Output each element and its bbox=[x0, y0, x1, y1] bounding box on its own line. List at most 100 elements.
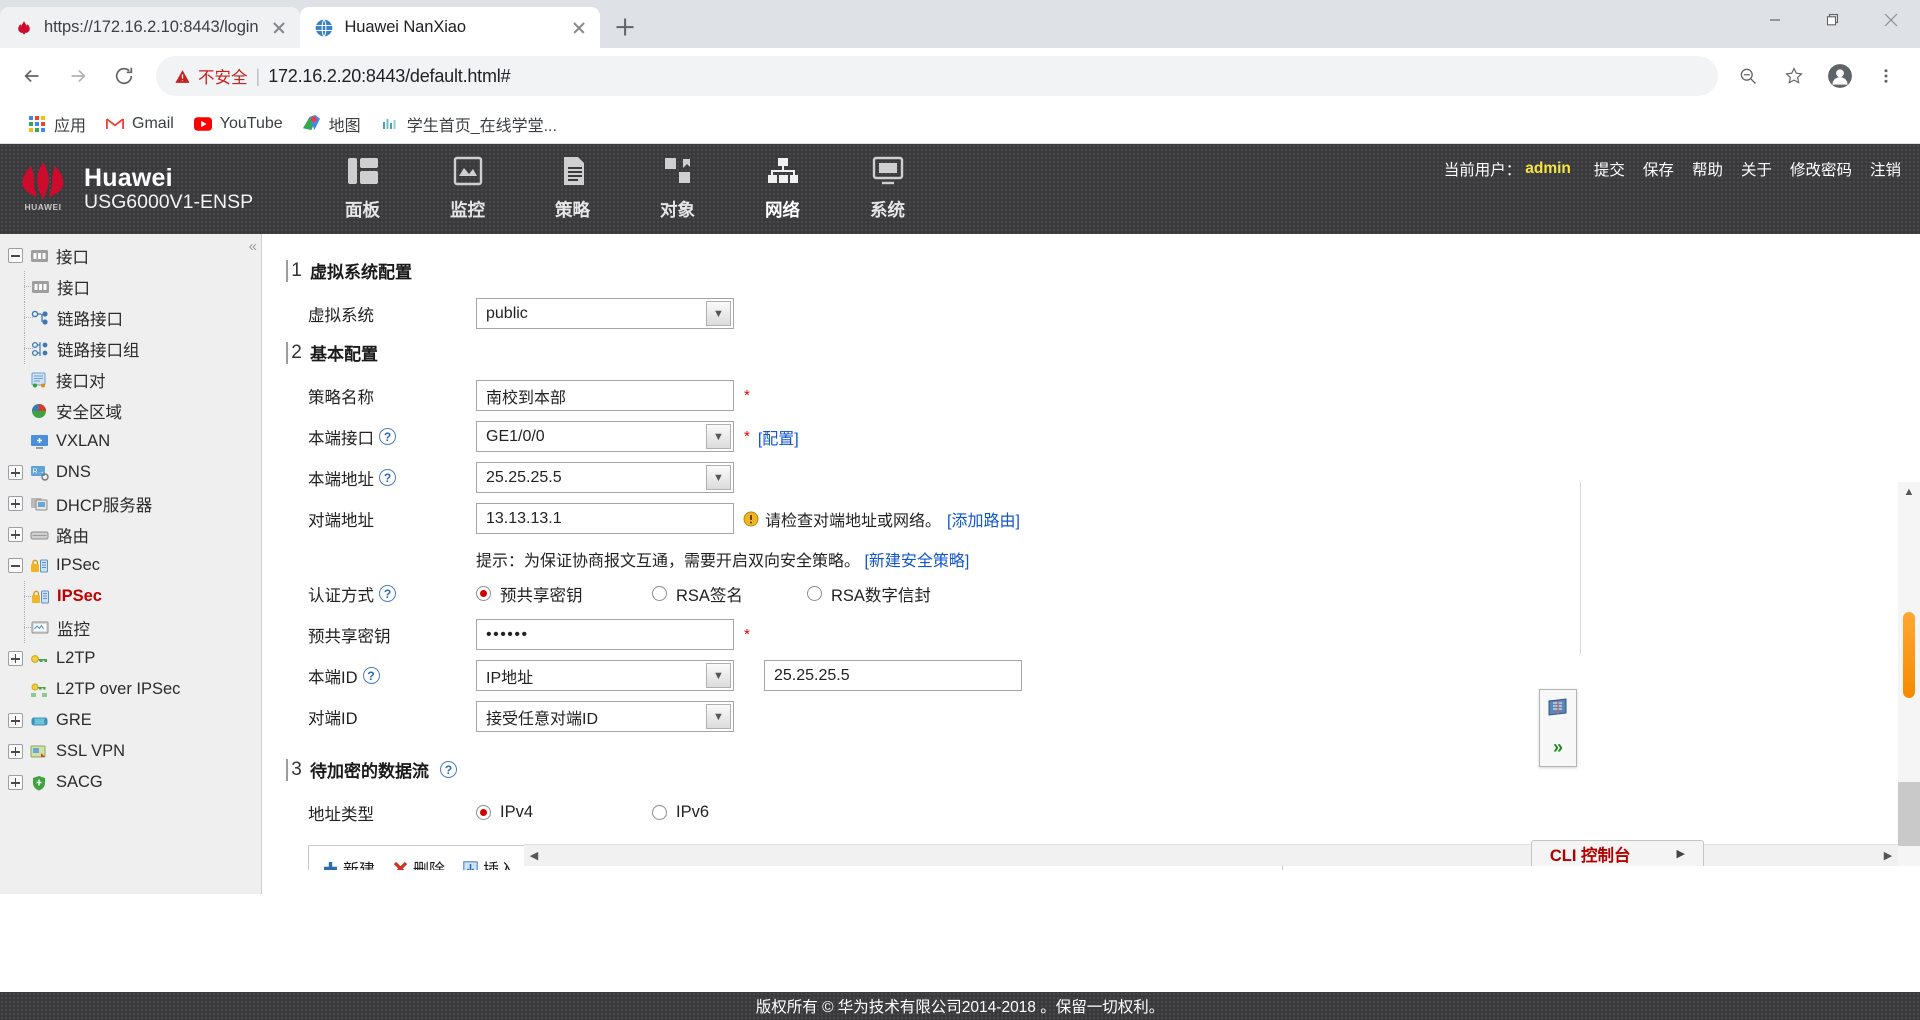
sidebar-item-vxlan[interactable]: VXLAN bbox=[0, 426, 261, 457]
address-type-ipv6[interactable]: IPv6 bbox=[652, 803, 709, 822]
new-security-policy-link[interactable]: [新建安全策略] bbox=[864, 553, 969, 570]
logout-link[interactable]: 注销 bbox=[1861, 158, 1910, 180]
about-link[interactable]: 关于 bbox=[1732, 158, 1781, 180]
scroll-track[interactable] bbox=[1898, 502, 1920, 846]
expand-chevron-icon[interactable]: » bbox=[1553, 737, 1563, 758]
sidebar-item-security-zone[interactable]: 安全区域 bbox=[0, 395, 261, 426]
close-window-icon[interactable] bbox=[1862, 0, 1920, 40]
sidebar-item-gre[interactable]: GRE bbox=[0, 705, 261, 736]
sidebar-item-dhcp-server[interactable]: DHCP服务器 bbox=[0, 488, 261, 519]
browser-tab-1[interactable]: https://172.16.2.10:8443/login bbox=[0, 7, 300, 48]
address-bar[interactable]: 不安全 | 172.16.2.20:8443/default.html# bbox=[156, 56, 1718, 96]
scroll-thumb[interactable] bbox=[1903, 612, 1915, 698]
cli-console-button[interactable]: CLI 控制台 ▶ bbox=[1531, 840, 1704, 866]
insert-button[interactable]: 插入 bbox=[463, 856, 515, 870]
scroll-right-icon[interactable]: ▶ bbox=[1878, 849, 1898, 862]
auth-option-rsa-signature[interactable]: RSA签名 bbox=[652, 582, 807, 606]
sidebar-item-link-interface[interactable]: 链路接口 bbox=[0, 302, 261, 333]
scroll-up-icon[interactable]: ▲ bbox=[1898, 482, 1920, 502]
vsys-select[interactable]: public ▼ bbox=[476, 298, 734, 329]
close-icon[interactable] bbox=[268, 17, 290, 39]
policy-name-input[interactable]: 南校到本部 bbox=[476, 380, 734, 411]
change-password-link[interactable]: 修改密码 bbox=[1781, 158, 1861, 180]
bookmark-gmail[interactable]: Gmail bbox=[96, 111, 184, 137]
save-link[interactable]: 保存 bbox=[1634, 158, 1683, 180]
new-tab-button[interactable] bbox=[608, 10, 642, 44]
nav-item-network[interactable]: 网络 bbox=[730, 144, 835, 234]
zoom-out-icon[interactable] bbox=[1728, 56, 1768, 96]
psk-input[interactable]: •••••• bbox=[476, 619, 734, 650]
expand-toggle-icon[interactable] bbox=[8, 744, 23, 759]
expand-toggle-icon[interactable] bbox=[8, 713, 23, 728]
close-icon[interactable] bbox=[568, 17, 590, 39]
expand-toggle-icon[interactable] bbox=[8, 651, 23, 666]
sidebar-item-route[interactable]: 路由 bbox=[0, 519, 261, 550]
bookmark-apps[interactable]: 应用 bbox=[18, 108, 96, 140]
local-id-type-select[interactable]: IP地址 ▼ bbox=[476, 660, 734, 691]
configure-link[interactable]: [配置] bbox=[758, 425, 799, 449]
sidebar-item-l2tp[interactable]: L2TP bbox=[0, 643, 261, 674]
sidebar-item-interface-pair[interactable]: 接口对 bbox=[0, 364, 261, 395]
auth-option-psk[interactable]: 预共享密钥 bbox=[476, 582, 652, 606]
chevron-down-icon[interactable]: ▼ bbox=[706, 663, 731, 688]
bookmark-student-home[interactable]: 学生首页_在线学堂... bbox=[371, 108, 567, 140]
minimize-icon[interactable] bbox=[1746, 0, 1804, 40]
quick-config-panel[interactable]: » bbox=[1539, 689, 1577, 767]
expand-toggle-icon[interactable] bbox=[8, 775, 23, 790]
help-icon[interactable]: ? bbox=[379, 428, 396, 445]
local-interface-select[interactable]: GE1/0/0 ▼ bbox=[476, 421, 734, 452]
config-card-icon[interactable] bbox=[1547, 698, 1569, 721]
help-icon[interactable]: ? bbox=[363, 667, 380, 684]
maximize-icon[interactable] bbox=[1804, 0, 1862, 40]
sidebar-item-ipsec-root[interactable]: IPSec bbox=[0, 550, 261, 581]
reload-icon[interactable] bbox=[102, 54, 146, 98]
browser-tab-2[interactable]: Huawei NanXiao bbox=[300, 7, 600, 48]
sidebar-item-l2tp-over-ipsec[interactable]: L2TP over IPSec bbox=[0, 674, 261, 705]
bookmark-star-icon[interactable] bbox=[1774, 56, 1814, 96]
help-icon[interactable]: ? bbox=[440, 761, 457, 778]
submit-link[interactable]: 提交 bbox=[1585, 158, 1634, 180]
chevron-down-icon[interactable]: ▼ bbox=[706, 301, 731, 326]
radio-indicator[interactable] bbox=[807, 586, 822, 601]
sidebar-item-sacg[interactable]: SACG bbox=[0, 767, 261, 798]
sidebar-item-ssl-vpn[interactable]: SSL VPN bbox=[0, 736, 261, 767]
radio-indicator[interactable] bbox=[476, 805, 491, 820]
auth-option-rsa-envelope[interactable]: RSA数字信封 bbox=[807, 582, 931, 606]
expand-toggle-icon[interactable] bbox=[8, 496, 23, 511]
forward-icon[interactable] bbox=[56, 54, 100, 98]
delete-button[interactable]: 删除 bbox=[393, 856, 445, 870]
nav-item-system[interactable]: 系统 bbox=[835, 144, 940, 234]
radio-indicator[interactable] bbox=[652, 805, 667, 820]
chevron-down-icon[interactable]: ▼ bbox=[706, 424, 731, 449]
collapse-toggle-icon[interactable] bbox=[8, 248, 23, 263]
local-id-value-input[interactable]: 25.25.25.5 bbox=[764, 660, 1022, 691]
back-icon[interactable] bbox=[10, 54, 54, 98]
sidebar-item-dns[interactable]: R→C DNS bbox=[0, 457, 261, 488]
add-route-link[interactable]: [添加路由] bbox=[947, 507, 1020, 531]
bookmark-youtube[interactable]: YouTube bbox=[184, 111, 293, 137]
help-icon[interactable]: ? bbox=[379, 469, 396, 486]
vertical-scrollbar[interactable]: ▲ bbox=[1898, 482, 1920, 866]
help-icon[interactable]: ? bbox=[379, 585, 396, 602]
expand-toggle-icon[interactable] bbox=[8, 465, 23, 480]
chevron-down-icon[interactable]: ▼ bbox=[706, 704, 731, 729]
radio-indicator[interactable] bbox=[652, 586, 667, 601]
bookmark-maps[interactable]: 地图 bbox=[293, 108, 371, 140]
nav-item-object[interactable]: 对象 bbox=[625, 144, 730, 234]
expand-toggle-icon[interactable] bbox=[8, 527, 23, 542]
local-address-select[interactable]: 25.25.25.5 ▼ bbox=[476, 462, 734, 493]
radio-indicator[interactable] bbox=[476, 586, 491, 601]
scroll-left-icon[interactable]: ◀ bbox=[524, 849, 544, 862]
nav-item-panel[interactable]: 面板 bbox=[310, 144, 415, 234]
not-secure-indicator[interactable]: 不安全 bbox=[174, 64, 248, 88]
help-link[interactable]: 帮助 bbox=[1683, 158, 1732, 180]
cli-expand-icon[interactable]: ▶ bbox=[1631, 847, 1685, 860]
sidebar-item-interface[interactable]: 接口 bbox=[0, 271, 261, 302]
sidebar-item-ipsec[interactable]: IPSec bbox=[0, 581, 261, 612]
chevron-down-icon[interactable]: ▼ bbox=[706, 465, 731, 490]
browser-menu-icon[interactable] bbox=[1866, 56, 1906, 96]
new-button[interactable]: 新建 bbox=[323, 856, 375, 870]
peer-id-select[interactable]: 接受任意对端ID ▼ bbox=[476, 701, 734, 732]
address-type-ipv4[interactable]: IPv4 bbox=[476, 803, 652, 822]
peer-address-input[interactable]: 13.13.13.1 bbox=[476, 503, 734, 534]
